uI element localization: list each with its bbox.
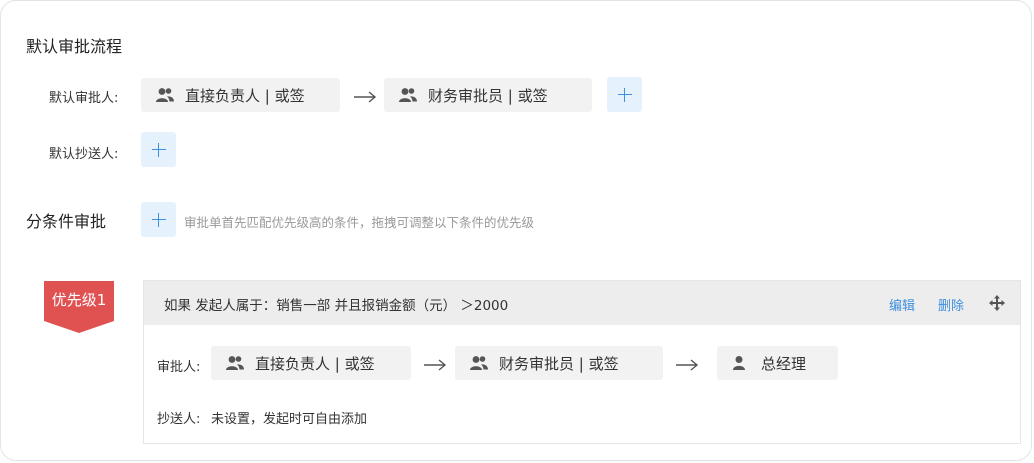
chip-label: 总经理 — [761, 354, 807, 373]
default-cc-label: 默认抄送人: — [49, 147, 119, 162]
priority-tag[interactable]: 优先级1 — [44, 281, 114, 333]
priority-label: 优先级1 — [51, 291, 107, 309]
condition-rule-card: 如果 发起人属于：销售一部 并且报销金额（元） ＞2000 编辑 删除 审批人:… — [143, 280, 1021, 444]
chip-label: 财务审批员 | 或签 — [499, 354, 619, 373]
rule-cc-label: 抄送人: — [157, 412, 201, 427]
drag-move-icon[interactable] — [988, 294, 1006, 312]
person-icon — [731, 354, 751, 372]
edit-link[interactable]: 编辑 — [889, 295, 915, 314]
group-icon — [398, 86, 418, 104]
rule-cc-value: 未设置，发起时可自由添加 — [211, 412, 368, 427]
rule-approver-chip-1[interactable]: 直接负责人 | 或签 — [211, 346, 411, 380]
arrow-right-icon — [424, 359, 447, 371]
delete-link[interactable]: 删除 — [938, 295, 964, 314]
group-icon — [469, 354, 489, 372]
rule-approver-chip-2[interactable]: 财务审批员 | 或签 — [455, 346, 663, 380]
group-icon — [155, 86, 175, 104]
approval-settings-card: 默认审批流程 默认审批人: 直接负责人 | 或签 财务审批员 | 或签 默认抄送… — [0, 0, 1032, 461]
default-approver-chip-1[interactable]: 直接负责人 | 或签 — [141, 78, 340, 112]
chip-label: 直接负责人 | 或签 — [255, 354, 375, 373]
condition-text: 如果 发起人属于：销售一部 并且报销金额（元） ＞2000 — [164, 298, 509, 314]
default-approver-label: 默认审批人: — [49, 91, 119, 106]
arrow-right-icon — [354, 91, 377, 103]
default-flow-title: 默认审批流程 — [26, 37, 123, 56]
chip-label: 直接负责人 | 或签 — [185, 86, 305, 105]
arrow-right-icon — [676, 359, 699, 371]
add-cc-button[interactable] — [141, 132, 176, 167]
group-icon — [225, 354, 245, 372]
add-condition-button[interactable] — [141, 202, 176, 237]
rule-approver-chip-3[interactable]: 总经理 — [717, 346, 838, 380]
rule-approver-label: 审批人: — [157, 360, 201, 375]
priority-hint: 审批单首先匹配优先级高的条件，拖拽可调整以下条件的优先级 — [184, 215, 535, 230]
conditional-title: 分条件审批 — [26, 212, 107, 231]
condition-header: 如果 发起人属于：销售一部 并且报销金额（元） ＞2000 编辑 删除 — [144, 281, 1020, 325]
default-approver-chip-2[interactable]: 财务审批员 | 或签 — [384, 78, 592, 112]
chip-label: 财务审批员 | 或签 — [428, 86, 548, 105]
add-approver-button[interactable] — [607, 77, 642, 112]
